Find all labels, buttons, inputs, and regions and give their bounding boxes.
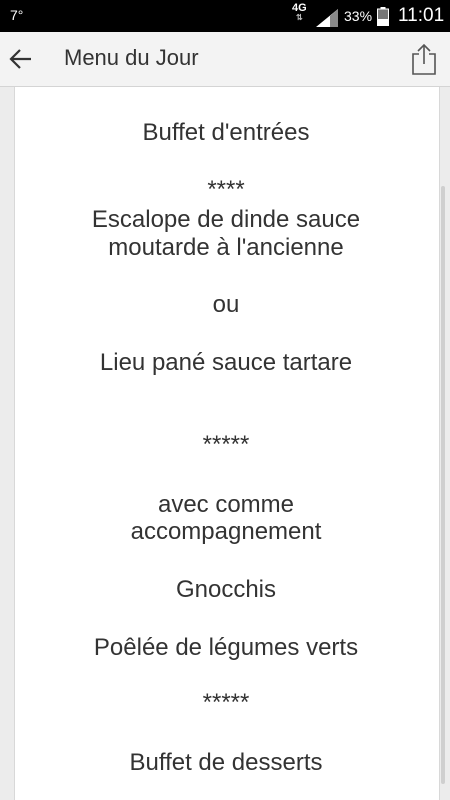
menu-main-dish-2: Lieu pané sauce tartare	[99, 349, 353, 376]
menu-side-intro-line-2: accompagnement	[130, 518, 322, 545]
clock: 11:01	[398, 5, 445, 26]
menu-side-2: Poêlée de légumes verts	[93, 634, 359, 661]
page-title: Menu du Jour	[64, 45, 199, 70]
menu-main-dish-1-line-1: Escalope de dinde sauce	[91, 206, 361, 233]
status-bar: 7° 4G ⇅ 33% 11:01	[0, 0, 450, 32]
data-activity-icon: ⇅	[295, 13, 303, 22]
temperature-indicator: 7°	[10, 7, 24, 23]
app-bar: Menu du Jour	[0, 32, 450, 87]
share-icon[interactable]	[410, 42, 438, 76]
back-arrow-icon[interactable]	[8, 46, 34, 72]
menu-separator: *****	[202, 431, 250, 458]
menu-dessert: Buffet de desserts	[129, 749, 323, 776]
menu-or: ou	[212, 291, 240, 318]
menu-separator: *****	[202, 689, 250, 716]
menu-starter: Buffet d'entrées	[142, 119, 310, 146]
signal-icon	[316, 9, 338, 27]
menu-side-intro-line-1: avec comme	[157, 491, 295, 518]
menu-side-1: Gnocchis	[175, 576, 277, 603]
menu-main-dish-1-line-2: moutarde à l'ancienne	[108, 234, 344, 261]
scrollbar[interactable]	[441, 186, 445, 784]
battery-icon	[377, 7, 389, 26]
menu-separator: ****	[207, 176, 245, 203]
network-indicator: 4G ⇅	[292, 3, 307, 23]
battery-percent: 33%	[344, 8, 373, 24]
